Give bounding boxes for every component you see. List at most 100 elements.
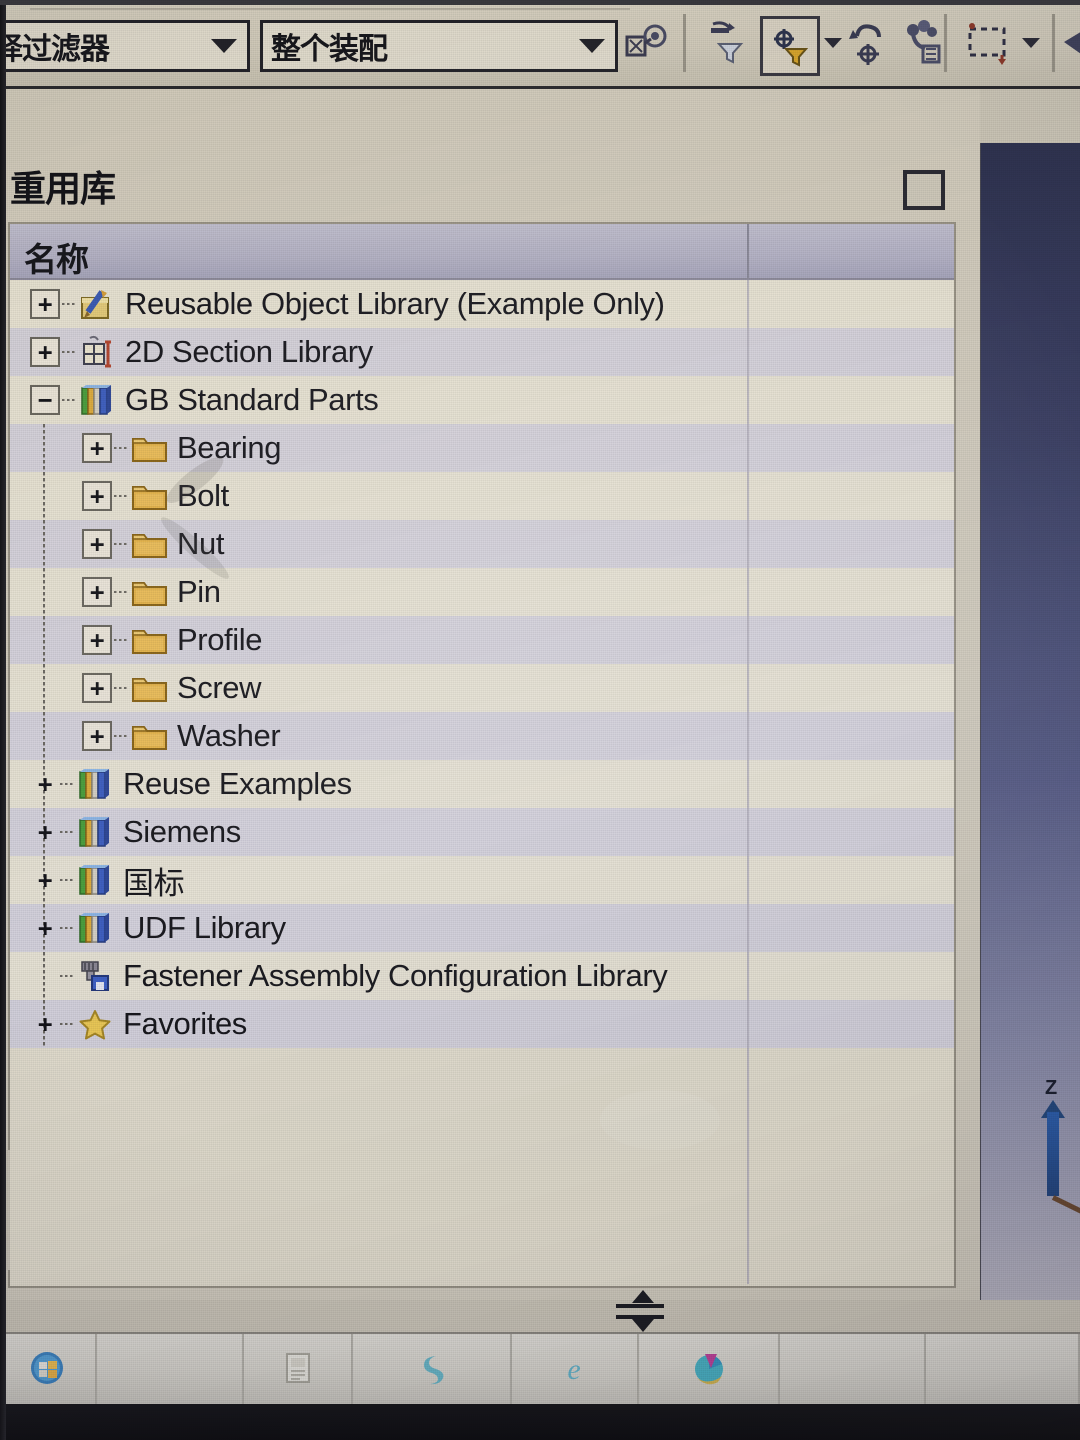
tree-row[interactable]: + Reusable Object Library (Example Only) (10, 280, 954, 328)
selection-scope-value: 整个装配 (271, 33, 388, 66)
rotate-reference-point-icon[interactable] (842, 16, 896, 70)
chevron-down-icon[interactable] (569, 39, 615, 53)
tree-row[interactable]: + Pin (10, 568, 954, 616)
tree-item-label: Screw (177, 670, 262, 705)
cut-off-tool-icon[interactable] (1062, 16, 1080, 70)
folder-icon (130, 670, 170, 706)
tree-row[interactable]: + UDF Library (10, 904, 954, 952)
tree-item-label: GB Standard Parts (125, 382, 379, 417)
tree-row[interactable]: + Washer (10, 712, 954, 760)
tree-item-label: Favorites (123, 1006, 247, 1041)
folder-icon (130, 622, 170, 658)
tree-row[interactable]: − GB Standard Parts (10, 376, 954, 424)
tree-item-label: Nut (177, 526, 225, 561)
windows-start-icon (27, 1350, 67, 1391)
expand-expander-icon[interactable]: + (82, 481, 112, 511)
taskbar-item-1[interactable] (97, 1334, 245, 1406)
tree-item-label: Reuse Examples (123, 766, 352, 801)
tree-row[interactable]: + Siemens (10, 808, 954, 856)
fastener-assembly-icon (76, 958, 116, 994)
expand-expander-icon[interactable]: + (82, 577, 112, 607)
books-library-icon (76, 862, 116, 898)
collapse-expander-icon[interactable]: − (30, 385, 60, 415)
tree-row[interactable]: Fastener Assembly Configuration Library (10, 952, 954, 1000)
expand-expander-icon[interactable]: + (32, 1011, 58, 1037)
expand-expander-icon[interactable]: + (30, 289, 60, 319)
tree-item-label: 2D Section Library (125, 334, 373, 369)
graphics-viewport[interactable]: Z (978, 143, 1080, 1300)
tree-item-label: 国标 (123, 865, 185, 901)
tree-row[interactable]: + Favorites (10, 1000, 954, 1048)
column-divider-line (747, 280, 749, 1284)
selection-scope-combo[interactable]: 整个装配 (260, 20, 618, 72)
reusable-object-library-icon (78, 286, 118, 322)
reuse-library-tree[interactable]: 名称 + Reusable Object Library (Example Onl… (8, 222, 956, 1288)
expand-expander-icon[interactable]: + (32, 819, 58, 845)
tree-connector-dots (114, 687, 128, 689)
monitor-bottom-bezel (0, 1404, 1080, 1440)
vertical-resize-handle-icon[interactable] (610, 1288, 670, 1332)
expand-expander-icon[interactable]: + (30, 337, 60, 367)
tree-connector-dots (60, 783, 74, 785)
folder-icon (130, 478, 170, 514)
tree-row[interactable]: + Nut (10, 520, 954, 568)
taskbar-item-4[interactable]: e (512, 1334, 639, 1406)
tree-guide-line (43, 472, 45, 520)
tree-connector-dots (114, 591, 128, 593)
taskbar-item-2[interactable] (244, 1334, 353, 1406)
tree-row[interactable]: +2D Section Library (10, 328, 954, 376)
expand-expander-icon[interactable]: + (32, 915, 58, 941)
tree-no-expander (32, 963, 58, 989)
tree-item-label: Bearing (177, 430, 282, 465)
tree-row[interactable]: + Bolt (10, 472, 954, 520)
tree-connector-dots (114, 447, 128, 449)
tree-row[interactable]: + Profile (10, 616, 954, 664)
tree-connector-dots (114, 735, 128, 737)
books-library-icon (78, 382, 118, 418)
tree-row[interactable]: + 国标 (10, 856, 954, 904)
expand-expander-icon[interactable]: + (82, 673, 112, 703)
rectangle-select-icon[interactable] (962, 16, 1016, 70)
select-general-objects-icon[interactable] (620, 16, 674, 70)
books-library-icon (76, 814, 116, 850)
expand-expander-icon[interactable]: + (82, 529, 112, 559)
selection-filter-funnel-icon[interactable] (700, 16, 754, 70)
expand-expander-icon[interactable]: + (82, 433, 112, 463)
expand-expander-icon[interactable]: + (82, 721, 112, 751)
taskbar-item-3[interactable] (353, 1334, 513, 1406)
books-library-icon (76, 766, 116, 802)
tree-item-label: Profile (177, 622, 263, 657)
tree-row[interactable]: + Bearing (10, 424, 954, 472)
column-header-name: 名称 (24, 241, 89, 278)
windows-taskbar[interactable]: e (0, 1332, 1080, 1406)
start-orb[interactable] (0, 1334, 97, 1406)
rectangle-select-dropdown-icon[interactable] (1016, 16, 1046, 70)
selection-filter-combo[interactable]: 择过滤器 (0, 20, 250, 72)
expand-expander-icon[interactable]: + (82, 625, 112, 655)
tree-item-label: Pin (177, 574, 221, 609)
wcs-triad: Z (1031, 1076, 1080, 1215)
chevron-down-icon[interactable] (201, 39, 247, 53)
tree-guide-line (43, 568, 45, 616)
tree-item-label: Reusable Object Library (Example Only) (125, 286, 665, 321)
star-icon (76, 1006, 116, 1042)
2d-section-library-icon (78, 334, 118, 370)
expand-expander-icon[interactable]: + (32, 771, 58, 797)
column-resize-divider[interactable] (747, 224, 749, 278)
assembly-toolbar: 择过滤器 整个装配 (0, 0, 1080, 89)
tree-row[interactable]: + Screw (10, 664, 954, 712)
tree-row[interactable]: + Reuse Examples (10, 760, 954, 808)
select-related-objects-icon[interactable] (898, 16, 952, 70)
snap-point-filter-icon[interactable] (760, 16, 820, 76)
tree-guide-line (43, 664, 45, 712)
taskbar-item-6[interactable] (780, 1334, 927, 1406)
monitor-top-edge (0, 0, 1080, 5)
dock-square-icon[interactable] (903, 170, 945, 210)
tree-column-header[interactable]: 名称 (10, 224, 954, 280)
taskbar-item-5[interactable] (639, 1334, 781, 1406)
internet-explorer-icon: e (554, 1350, 594, 1391)
reuse-library-panel: 重用库 名称 + Reusable Object Library (Example… (0, 86, 980, 1300)
tree-connector-dots (62, 351, 76, 353)
taskbar-item-7[interactable] (926, 1334, 1080, 1406)
expand-expander-icon[interactable]: + (32, 867, 58, 893)
